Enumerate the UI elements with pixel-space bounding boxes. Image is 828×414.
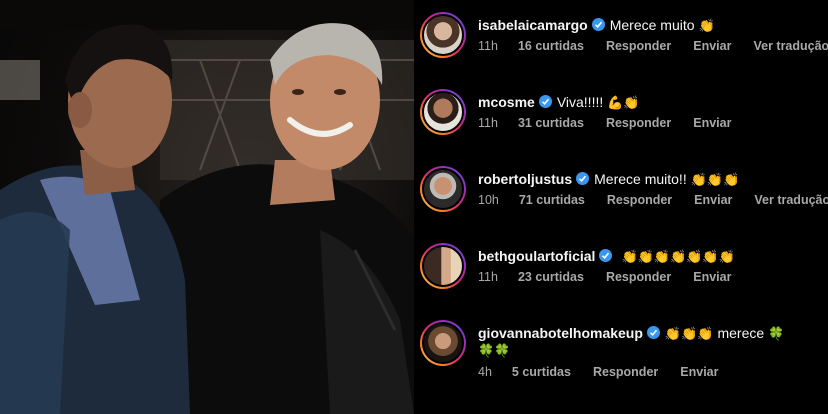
avatar[interactable] [420,243,466,289]
four-leaf-clover-emoji: 🍀🍀 [478,344,511,359]
comment-username[interactable]: mcosme [478,94,535,110]
comment-meta: 4h 5 curtidas Responder Enviar [478,365,740,379]
reply-button[interactable]: Responder [606,116,671,130]
comment-meta: 11h 23 curtidas Responder Enviar [478,270,753,284]
reply-button[interactable]: Responder [593,365,658,379]
comment-username[interactable]: isabelaicamargo [478,17,588,33]
avatar[interactable] [420,12,466,58]
reply-button[interactable]: Responder [606,39,671,53]
send-button[interactable]: Enviar [694,193,732,207]
verified-badge-icon [646,326,660,339]
likes-count[interactable]: 23 curtidas [518,270,584,284]
clapping-hands-emoji: 👏👏👏👏👏👏👏 [621,250,735,265]
comment-time: 11h [478,39,498,53]
send-button[interactable]: Enviar [693,39,731,53]
translate-button[interactable]: Ver tradução [753,39,828,53]
likes-count[interactable]: 5 curtidas [512,365,571,379]
comment-time: 10h [478,193,499,207]
clapping-hands-emoji: 👏 [698,19,715,34]
comment-username[interactable]: bethgoulartoficial [478,248,595,264]
avatar[interactable] [420,320,466,366]
likes-count[interactable]: 16 curtidas [518,39,584,53]
verified-badge-icon [599,249,613,262]
send-button[interactable]: Enviar [680,365,718,379]
verified-badge-icon [576,172,590,185]
verified-badge-icon [538,95,552,108]
avatar[interactable] [420,89,466,135]
comment-meta: 10h 71 curtidas Responder Enviar Ver tra… [478,193,828,207]
clapping-hands-emoji: 👏👏👏 [690,173,740,188]
verified-badge-icon [591,18,605,31]
four-leaf-clover-emoji: 🍀 [768,327,785,342]
send-button[interactable]: Enviar [693,116,731,130]
comment-text: merece [717,325,765,341]
photo-illustration [0,0,414,414]
comment-username[interactable]: giovannabotelhomakeup [478,325,643,341]
comment-meta: 11h 16 curtidas Responder Enviar Ver tra… [478,39,828,53]
reply-button[interactable]: Responder [607,193,672,207]
post-photo [0,0,414,414]
comment-username[interactable]: robertoljustus [478,171,572,187]
comment-text: Merece muito!! [594,171,687,187]
comment-time: 11h [478,270,498,284]
send-button[interactable]: Enviar [693,270,731,284]
reply-button[interactable]: Responder [606,270,671,284]
comments-panel: isabelaicamargo Merece muito 👏 11h 16 curt… [414,0,828,414]
clapping-hands-emoji: 👏👏👏 [664,327,714,342]
comment-meta: 11h 31 curtidas Responder Enviar [478,116,753,130]
avatar[interactable] [420,166,466,212]
comment-time: 4h [478,365,492,379]
flexed-biceps-clapping-emoji: 💪👏 [607,96,640,111]
translate-button[interactable]: Ver tradução [754,193,828,207]
likes-count[interactable]: 71 curtidas [519,193,585,207]
comment-text: Merece muito [609,17,695,33]
comment-text: Viva!!!!! [556,94,604,110]
comment-time: 11h [478,116,498,130]
likes-count[interactable]: 31 curtidas [518,116,584,130]
